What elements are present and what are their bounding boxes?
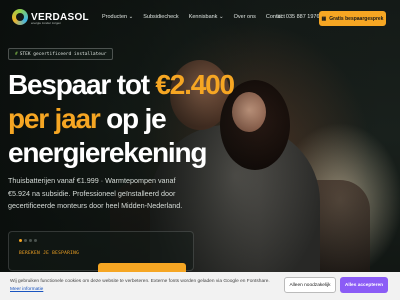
calendar-icon: ▦ xyxy=(321,15,327,22)
logo[interactable]: VERDASOL energie zonder zorgen xyxy=(12,9,89,25)
hero-subtitle: Thuisbatterijen vanaf €1.999 · Warmtepom… xyxy=(8,176,183,210)
headline-per-year: per jaar xyxy=(8,103,101,134)
nav-item-producten[interactable]: Producten ⌄ xyxy=(102,14,133,20)
headline-text-2: op je xyxy=(99,103,167,134)
badge-text: STEK gecertificeerd installateur xyxy=(19,51,107,57)
cookie-message: Wij gebruiken functionele cookies om dez… xyxy=(10,279,270,284)
nav-item-subsidiecheck[interactable]: Subsidiecheck xyxy=(143,14,178,20)
cookie-text: Wij gebruiken functionele cookies om dez… xyxy=(10,278,280,293)
free-consultation-button[interactable]: ▦ Gratis bespaargesprek xyxy=(319,11,386,26)
headline-text-1: Bespaar tot xyxy=(8,69,156,100)
navbar: VERDASOL energie zonder zorgen Producten… xyxy=(0,0,400,36)
chevron-down-icon: ⌄ xyxy=(128,14,134,20)
badge-hash: # xyxy=(15,51,18,57)
logo-tagline: energie zonder zorgen xyxy=(31,21,62,25)
cta-label: Gratis bespaargesprek xyxy=(329,15,384,22)
accept-all-button[interactable]: Alles accepteren xyxy=(340,277,388,293)
step-dot xyxy=(29,239,32,242)
phone-icon: ☏ xyxy=(276,14,283,20)
phone-number: 035 887 1976 xyxy=(285,14,320,20)
headline-text-3: energierekening xyxy=(8,137,208,168)
hero-headline: Bespaar tot €2.400 per jaar op je energi… xyxy=(8,68,235,170)
step-dot-active xyxy=(19,239,22,242)
phone-link[interactable]: ☏ 035 887 1976 xyxy=(276,14,320,20)
logo-mark-icon xyxy=(12,9,28,25)
headline-amount: €2.400 xyxy=(155,69,235,100)
chevron-down-icon: ⌄ xyxy=(218,14,224,20)
nav-item-kennisbank[interactable]: Kennisbank ⌄ xyxy=(189,14,224,20)
calculator-label: BEREKEN JE BESPARING xyxy=(19,251,80,256)
cookie-banner: Wij gebruiken functionele cookies om dez… xyxy=(0,272,400,300)
step-dot xyxy=(34,239,37,242)
certification-badge: # STEK gecertificeerd installateur xyxy=(8,48,114,60)
more-info-link[interactable]: Meer informatie xyxy=(10,287,43,292)
step-indicator xyxy=(19,239,37,242)
necessary-only-button[interactable]: Alleen noodzakelijk xyxy=(284,277,336,293)
step-dot xyxy=(24,239,27,242)
main-menu: Producten ⌄ Subsidiecheck Kennisbank ⌄ O… xyxy=(102,14,285,20)
nav-item-over-ons[interactable]: Over ons xyxy=(234,14,256,20)
